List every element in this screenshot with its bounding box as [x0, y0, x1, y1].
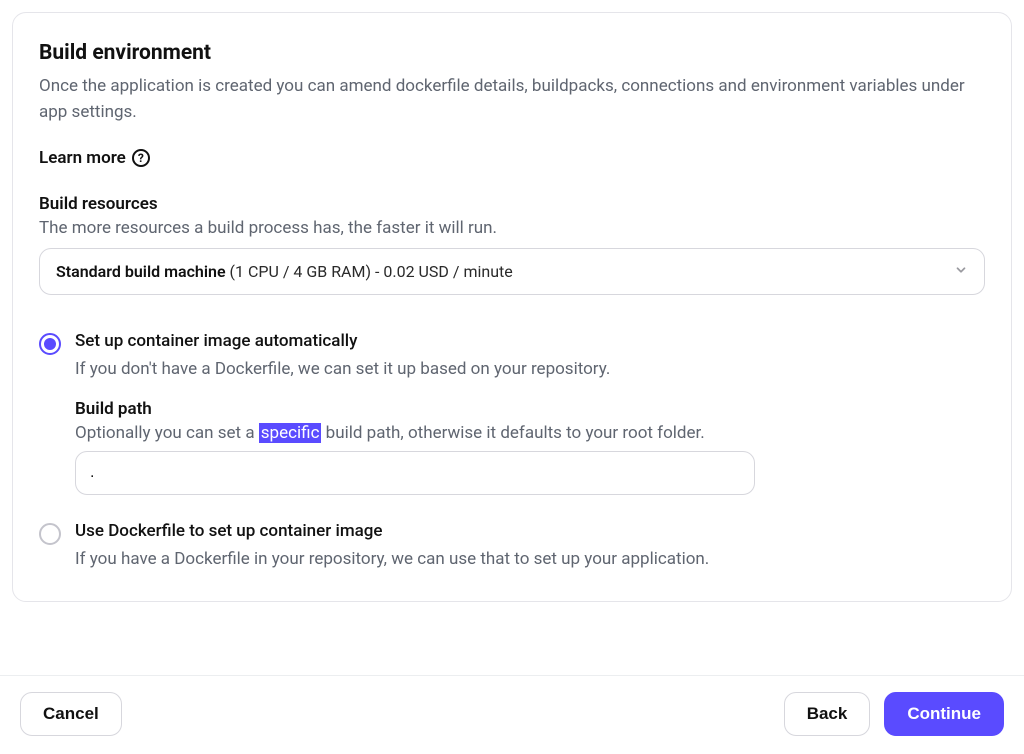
build-path-desc-pre: Optionally you can set a	[75, 423, 259, 443]
option-dockerfile: Use Dockerfile to set up container image…	[39, 521, 985, 569]
learn-more-link[interactable]: Learn more ?	[39, 148, 150, 168]
build-path-highlight: specific	[259, 423, 322, 443]
continue-button[interactable]: Continue	[884, 692, 1004, 736]
option-dockerfile-desc: If you have a Dockerfile in your reposit…	[75, 549, 985, 569]
radio-dockerfile[interactable]	[39, 523, 61, 545]
page-title: Build environment	[39, 41, 985, 65]
build-resources-label: Build resources	[39, 194, 985, 214]
build-environment-card: Build environment Once the application i…	[12, 12, 1012, 602]
radio-selected-dot	[44, 338, 56, 350]
option-auto-content: Set up container image automatically If …	[75, 331, 985, 495]
build-path-label: Build path	[75, 399, 985, 419]
build-machine-selected: Standard build machine (1 CPU / 4 GB RAM…	[56, 262, 513, 281]
option-dockerfile-content: Use Dockerfile to set up container image…	[75, 521, 985, 569]
build-machine-details: (1 CPU / 4 GB RAM) - 0.02 USD / minute	[226, 262, 513, 281]
build-path-input[interactable]	[75, 451, 755, 495]
option-auto-desc: If you don't have a Dockerfile, we can s…	[75, 359, 985, 379]
option-auto-title: Set up container image automatically	[75, 331, 985, 351]
footer-right-group: Back Continue	[784, 692, 1004, 736]
back-button[interactable]: Back	[784, 692, 871, 736]
option-auto: Set up container image automatically If …	[39, 331, 985, 495]
build-path-desc-post: build path, otherwise it defaults to you…	[321, 423, 704, 443]
build-machine-select[interactable]: Standard build machine (1 CPU / 4 GB RAM…	[39, 248, 985, 295]
build-resources-desc: The more resources a build process has, …	[39, 218, 985, 238]
help-icon: ?	[132, 149, 150, 167]
page-subtitle: Once the application is created you can …	[39, 73, 985, 126]
chevron-down-icon	[954, 262, 968, 281]
radio-auto[interactable]	[39, 333, 61, 355]
container-setup-radio-group: Set up container image automatically If …	[39, 331, 985, 569]
learn-more-label: Learn more	[39, 148, 126, 168]
cancel-button[interactable]: Cancel	[20, 692, 122, 736]
option-dockerfile-title: Use Dockerfile to set up container image	[75, 521, 985, 541]
footer-bar: Cancel Back Continue	[0, 675, 1024, 754]
build-machine-name: Standard build machine	[56, 262, 226, 281]
build-path-desc: Optionally you can set a specific build …	[75, 423, 985, 443]
